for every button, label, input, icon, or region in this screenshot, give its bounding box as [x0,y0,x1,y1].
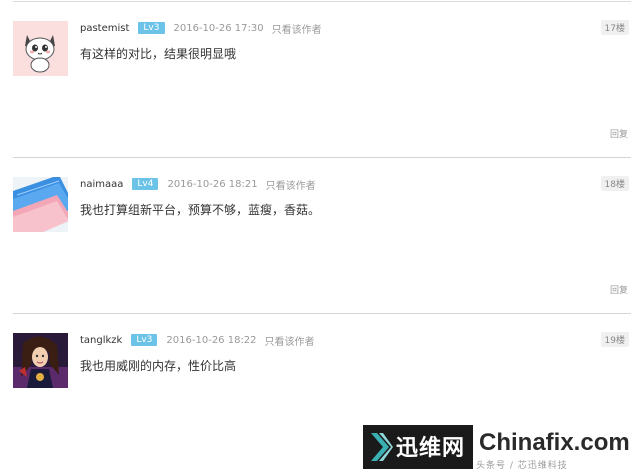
floor-badge: 19楼 [600,332,629,347]
avatar[interactable] [13,177,68,232]
post-time: 2016-10-26 18:22 [166,334,257,346]
level-badge: Lv3 [131,334,158,346]
watermark: 迅维网 Chinafix.com 头条号 / 芯迅维科技 [363,425,640,471]
avatar[interactable] [13,333,68,388]
floor-badge: 17楼 [600,20,629,35]
arrow-logo-icon [371,433,393,461]
username[interactable]: naimaaa [80,179,123,190]
post-meta: tanglkzk Lv3 2016-10-26 18:22 只看该作者 [80,333,315,348]
avatar[interactable] [13,21,68,76]
post-content: 我也打算组新平台，预算不够，蓝瘦，香菇。 [80,203,321,217]
reply-link[interactable]: 回复 [610,127,628,140]
post-content: 我也用威刚的内存，性价比高 [80,359,237,373]
only-author-link[interactable]: 只看该作者 [265,333,315,348]
watermark-source-text: 头条号 / 芯迅维科技 [476,461,568,471]
cartoon-cat-icon [13,21,68,76]
reply-link[interactable]: 回复 [610,283,628,296]
only-author-link[interactable]: 只看该作者 [266,177,316,192]
username[interactable]: pastemist [80,23,129,34]
floor-badge: 18楼 [600,176,629,191]
watermark-brand-en: Chinafix.com [479,429,630,456]
smartphone-icon [13,177,68,232]
level-badge: Lv4 [132,178,159,190]
post-time: 2016-10-26 18:21 [167,178,258,190]
post-meta: pastemist Lv3 2016-10-26 17:30 只看该作者 [80,21,322,36]
post-meta: naimaaa Lv4 2016-10-26 18:21 只看该作者 [80,177,316,192]
post-time: 2016-10-26 17:30 [173,22,264,34]
watermark-brand-panel: 迅维网 [363,425,473,469]
anime-character-icon [13,333,68,388]
watermark-brand-cn: 迅维网 [396,436,466,461]
only-author-link[interactable]: 只看该作者 [272,21,322,36]
post-content: 有这样的对比，结果很明显哦 [80,47,237,61]
username[interactable]: tanglkzk [80,335,122,346]
level-badge: Lv3 [138,22,165,34]
comment-post: pastemist Lv3 2016-10-26 17:30 只看该作者 17楼… [0,2,640,158]
comment-post: naimaaa Lv4 2016-10-26 18:21 只看该作者 18楼 我… [0,158,640,314]
